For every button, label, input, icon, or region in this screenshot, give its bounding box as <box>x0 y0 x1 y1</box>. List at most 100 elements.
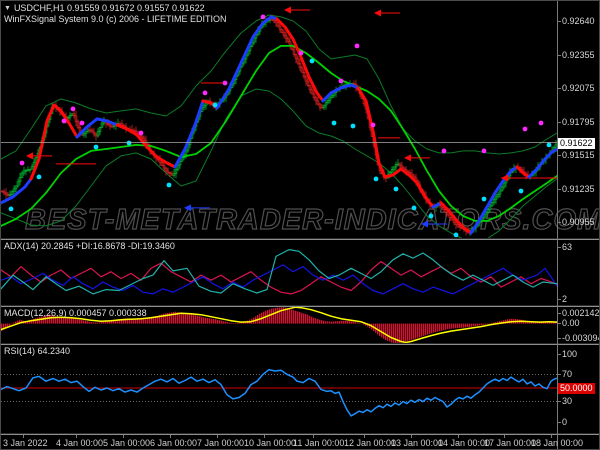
rsi-axis-label: 100 <box>562 349 578 359</box>
adx-panel[interactable]: ADX(14) 20.2845 +DI:16.8678 -DI:19.3460 <box>1 240 599 305</box>
bollinger-upper-line <box>1 14 557 160</box>
rsi-50-badge: 50.0000 <box>558 383 595 394</box>
sell-arrow-icon <box>284 6 291 14</box>
sell-arrow-icon <box>374 9 381 17</box>
buy-signal-dot <box>373 176 379 182</box>
axis-tick <box>557 247 561 248</box>
trend-signal-up-segment <box>527 147 557 179</box>
macd-panel[interactable]: MACD(12,26,9) 0.000457 0.000338 <box>1 307 599 343</box>
bid-price-box: 0.91622 <box>558 138 595 149</box>
sell-signal-dot <box>138 130 144 136</box>
axis-tick <box>557 401 561 402</box>
axis-tick <box>557 88 561 89</box>
time-axis-tick <box>313 435 314 438</box>
rsi-canvas[interactable] <box>1 345 557 433</box>
axis-tick <box>557 374 561 375</box>
time-axis-tick <box>264 435 265 438</box>
price-axis-label: 0.91235 <box>562 184 595 194</box>
time-axis-label: 12 Jan 00:00 <box>344 438 397 448</box>
time-axis-tick <box>123 435 124 438</box>
time-axis-label: 7 Jan 00:00 <box>197 438 245 448</box>
time-axis-label: 4 Jan 00:00 <box>56 438 104 448</box>
price-axis-label: 0.92640 <box>562 16 595 26</box>
buy-signal-dot <box>393 186 399 192</box>
sell-arrow-icon <box>404 154 411 162</box>
rsi-axis-label: 0 <box>562 417 568 427</box>
sell-signal-dot <box>522 126 528 132</box>
trend-signal-up-segment <box>173 99 205 169</box>
buy-signal-dot <box>350 123 356 129</box>
buy-signal-dot <box>93 144 99 150</box>
time-axis-tick <box>170 435 171 438</box>
buy-signal-dot <box>212 102 218 108</box>
time-axis-tick <box>364 435 365 438</box>
axis-tick <box>557 422 561 423</box>
axis-tick <box>557 338 561 339</box>
price-axis-label: 0.91795 <box>562 117 595 127</box>
buy-signal-dot <box>8 206 14 212</box>
axis-tick <box>557 21 561 22</box>
buy-signal-dot <box>166 182 172 188</box>
buy-signal-dot <box>126 140 132 146</box>
axis-tick <box>557 222 561 223</box>
macd-axis-label: 0.002142 <box>562 308 600 318</box>
panel-separator[interactable] <box>1 433 599 435</box>
time-axis-label: 17 Jan 00:00 <box>484 438 537 448</box>
rsi-label: RSI(14) 64.2340 <box>4 346 71 356</box>
sell-signal-dot <box>222 80 228 86</box>
chart-header: ▼ USDCHF,H1 0.91559 0.91672 0.91557 0.916… <box>4 3 205 14</box>
time-axis-label: 10 Jan 00:00 <box>244 438 297 448</box>
time-axis-label: 3 Jan 2022 <box>3 438 48 448</box>
adx-axis-label: 63 <box>562 242 573 252</box>
main-price-panel[interactable]: BEST-METATRADER-INDICATORS.COM ▼ USDCHF,H… <box>1 1 599 238</box>
time-axis-label: 18 Jan 00:00 <box>531 438 584 448</box>
axis-tick <box>557 299 561 300</box>
sell-arrow-icon <box>26 152 33 160</box>
sell-signal-dot <box>481 148 487 154</box>
sell-signal-dot <box>298 50 304 56</box>
buy-signal-dot <box>481 196 487 202</box>
buy-signal-dot <box>453 232 459 238</box>
buy-signal-dot <box>411 205 417 211</box>
sell-signal-dot <box>260 14 266 20</box>
sell-signal-dot <box>338 78 344 84</box>
sell-signal-dot <box>70 106 76 112</box>
buy-signal-dot <box>546 142 552 148</box>
buy-signal-dot <box>518 188 524 194</box>
time-axis-label: 14 Jan 00:00 <box>438 438 491 448</box>
sell-signal-dot <box>538 120 544 126</box>
macd-axis-label: 0.00 <box>562 318 580 328</box>
rsi-line <box>1 368 557 417</box>
price-axis-label: 0.92355 <box>562 50 595 60</box>
time-axis-label: 6 Jan 00:00 <box>150 438 198 448</box>
chart-collapse-icon[interactable]: ▼ <box>4 5 11 12</box>
axis-tick <box>557 55 561 56</box>
adx-label: ADX(14) 20.2845 +DI:16.8678 -DI:19.3460 <box>4 241 175 251</box>
macd-label: MACD(12,26,9) 0.000457 0.000338 <box>4 308 147 318</box>
symbol-ohlc-label: USDCHF,H1 0.91559 0.91672 0.91557 0.9162… <box>13 3 205 13</box>
time-axis-tick <box>76 435 77 438</box>
axis-tick <box>557 313 561 314</box>
rsi-axis-label: 70 <box>562 369 573 379</box>
sell-signal-dot <box>441 148 447 154</box>
trend-signal-up-segment <box>215 15 279 110</box>
price-axis-label: 0.91515 <box>562 150 595 160</box>
price-axis-label: 0.92075 <box>562 83 595 93</box>
sell-signal-dot <box>19 160 25 166</box>
macd-axis-label: -0.003094 <box>562 333 600 343</box>
axis-tick <box>557 122 561 123</box>
axis-tick <box>557 354 561 355</box>
main-chart-canvas[interactable] <box>1 1 557 238</box>
time-axis-tick <box>23 435 24 438</box>
buy-arrow-icon <box>184 204 191 212</box>
mt4-chart-window: BEST-METATRADER-INDICATORS.COM ▼ USDCHF,H… <box>0 0 600 450</box>
buy-signal-dot <box>309 58 315 64</box>
sell-signal-dot <box>79 120 85 126</box>
time-axis-tick <box>551 435 552 438</box>
sell-signal-dot <box>202 90 208 96</box>
adx-axis-label: 2 <box>562 294 568 304</box>
rsi-panel[interactable]: RSI(14) 64.2340 <box>1 345 599 433</box>
system-name-label: WinFXSignal System 9.0 (c) 2006 - LIFETI… <box>4 14 227 24</box>
trend-signal-dn-segment <box>515 165 531 179</box>
time-axis-label: 5 Jan 00:00 <box>103 438 151 448</box>
